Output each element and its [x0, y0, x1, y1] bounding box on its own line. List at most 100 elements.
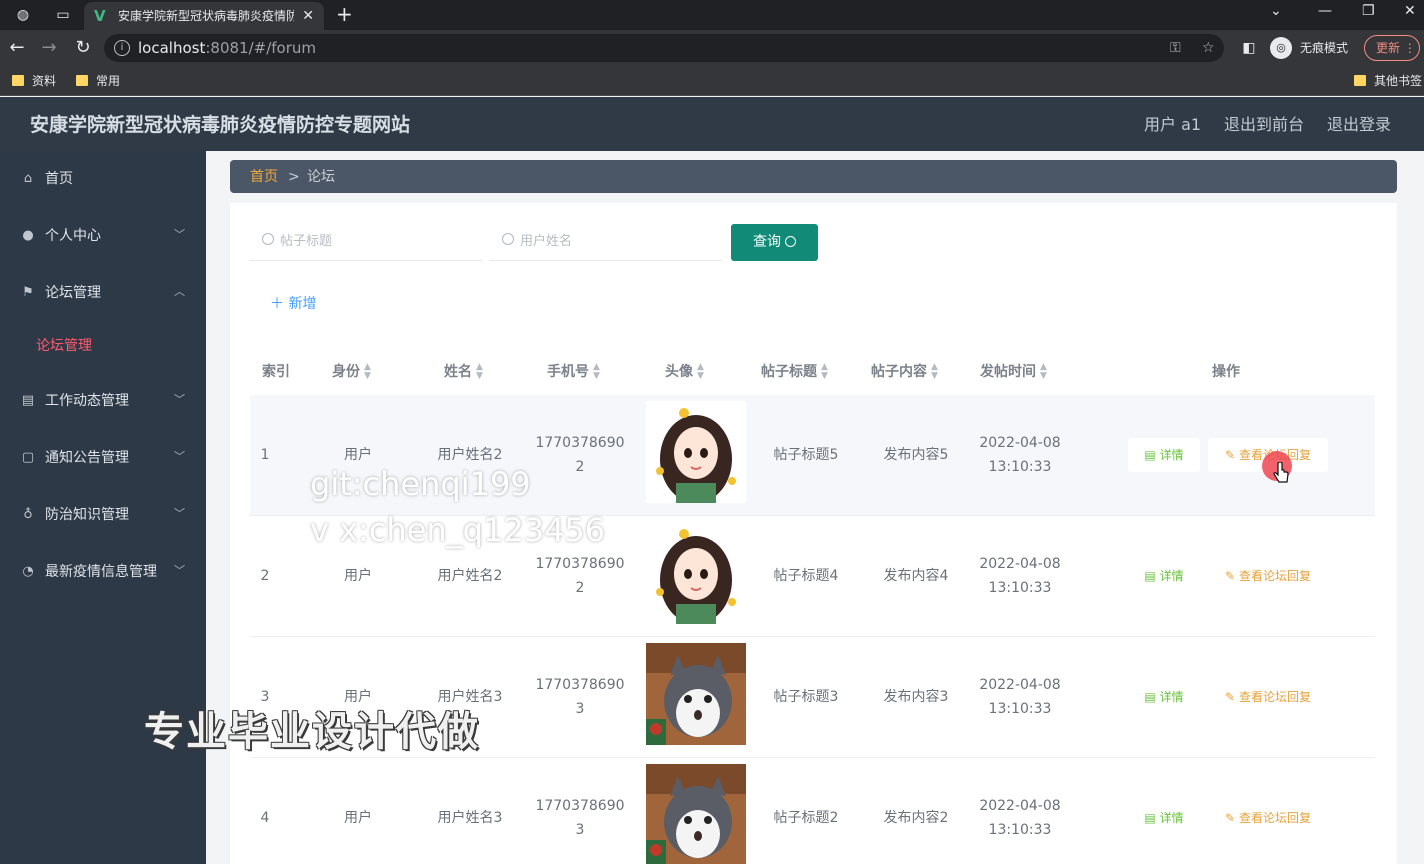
- sidebar-item-knowledge[interactable]: ♁ 防治知识管理 ﹀: [0, 495, 206, 535]
- column-header-post-content[interactable]: 帖子内容 ▲ ▼: [871, 360, 938, 384]
- girl-avatar: [646, 401, 746, 503]
- detail-button[interactable]: ▤ 详情: [1128, 680, 1200, 714]
- sort-icon[interactable]: ▲ ▼: [476, 363, 483, 381]
- name-search-input[interactable]: [520, 230, 710, 252]
- detail-button[interactable]: ▤ 详情: [1128, 559, 1200, 593]
- logout-link[interactable]: 退出登录: [1327, 114, 1391, 136]
- query-button[interactable]: 查询: [731, 224, 818, 261]
- edit-icon: ✎: [1225, 448, 1236, 462]
- edit-icon: ✎: [1225, 811, 1236, 825]
- sidebar-subitem-forum[interactable]: 论坛管理: [0, 326, 206, 366]
- exit-to-front-link[interactable]: 退出到前台: [1224, 114, 1304, 136]
- watermark-banner: 专业毕业设计代做: [144, 709, 480, 755]
- key-icon[interactable]: ⚿: [1170, 39, 1181, 57]
- sidebar-item-epidemic[interactable]: ◔ 最新疫情信息管理 ﹀: [0, 552, 206, 592]
- update-button[interactable]: 更新 ⋮: [1364, 35, 1420, 61]
- sort-icon[interactable]: ▲ ▼: [821, 363, 828, 381]
- column-header-post-time[interactable]: 发帖时间 ▲ ▼: [980, 360, 1047, 384]
- sidebar-item-forum[interactable]: ⚑ 论坛管理 ︿: [0, 273, 206, 313]
- view-reply-button[interactable]: ✎ 查看论坛回复: [1208, 680, 1328, 714]
- view-reply-button[interactable]: ✎ 查看论坛回复: [1208, 559, 1328, 593]
- new-tab-icon[interactable]: +: [336, 3, 353, 25]
- column-header-phone[interactable]: 手机号 ▲ ▼: [547, 360, 600, 384]
- column-header-avatar[interactable]: 头像 ▲ ▼: [665, 360, 704, 384]
- sidebar-item-home[interactable]: ⌂ 首页: [0, 159, 206, 199]
- sort-icon[interactable]: ▲ ▼: [931, 363, 938, 381]
- sort-icon[interactable]: ▲ ▼: [593, 363, 600, 381]
- reload-icon[interactable]: ↻: [72, 37, 94, 59]
- sort-icon[interactable]: ▲ ▼: [697, 363, 704, 381]
- close-icon[interactable]: ✕: [302, 7, 314, 25]
- sort-icon[interactable]: ▲ ▼: [1040, 363, 1047, 381]
- bookmark-folder[interactable]: 常用: [76, 73, 120, 89]
- tab-search-icon[interactable]: ▭: [54, 6, 72, 24]
- folder-icon: [76, 75, 88, 86]
- browser-tabbar: ◍ ▭ V 安康学院新型冠状病毒肺炎疫情防 ✕ + ⌄ — ❐ ✕: [0, 0, 1424, 30]
- name-search-field: [490, 223, 722, 261]
- plus-icon: ＋: [270, 296, 284, 312]
- cell-phone: 1770378690 2: [535, 435, 625, 475]
- girl-avatar: [646, 522, 746, 624]
- home-icon: ⌂: [23, 171, 33, 186]
- title-search-field: [250, 223, 482, 261]
- chevron-down-icon[interactable]: ⌄: [1270, 2, 1282, 20]
- chevron-down-icon: ﹀: [174, 393, 185, 406]
- add-button[interactable]: ＋ 新增: [270, 294, 316, 314]
- chevron-down-icon: ﹀: [174, 450, 185, 463]
- sidebar-item-profile[interactable]: ● 个人中心 ﹀: [0, 216, 206, 256]
- document-icon: ▤: [1144, 690, 1156, 704]
- incognito-icon[interactable]: ◎: [1270, 37, 1292, 59]
- breadcrumb-separator: >: [288, 169, 300, 185]
- cell-role: 用户: [344, 810, 372, 826]
- detail-button[interactable]: ▤ 详情: [1128, 438, 1200, 472]
- incognito-label: 无痕模式: [1300, 41, 1349, 55]
- address-bar[interactable]: i localhost:8081/#/forum ⚿ ☆: [104, 34, 1224, 62]
- watermark-git: git:chenqi199: [310, 465, 531, 503]
- window-close-icon[interactable]: ✕: [1404, 2, 1416, 20]
- globe-icon[interactable]: ◍: [14, 6, 32, 24]
- detail-button[interactable]: ▤ 详情: [1128, 801, 1200, 835]
- document-icon: ▤: [1144, 569, 1156, 583]
- info-icon[interactable]: i: [114, 40, 130, 56]
- back-icon[interactable]: ←: [6, 37, 28, 59]
- chevron-down-icon: ﹀: [174, 507, 185, 520]
- url-text[interactable]: localhost:8081/#/forum: [138, 39, 316, 57]
- cell-index: 1: [260, 447, 270, 463]
- bookmark-folder[interactable]: 资料: [12, 73, 56, 89]
- sidebar-item-work-news[interactable]: ▤ 工作动态管理 ﹀: [0, 381, 206, 421]
- bookmarks-bar: 资料 常用 其他书签: [0, 66, 1424, 96]
- title-search-input[interactable]: [280, 230, 470, 252]
- document-icon: ▤: [1144, 448, 1156, 462]
- cell-name: 用户姓名2: [437, 568, 503, 584]
- sidepanel-icon[interactable]: ◧: [1238, 37, 1260, 59]
- folder-icon: [12, 75, 24, 86]
- cat-avatar: [646, 643, 746, 745]
- news-icon: ▤: [21, 393, 35, 408]
- breadcrumb-home[interactable]: 首页: [250, 168, 278, 186]
- forward-icon[interactable]: →: [38, 37, 60, 59]
- minimize-icon[interactable]: —: [1318, 2, 1332, 20]
- view-reply-button[interactable]: ✎ 查看论坛回复: [1208, 801, 1328, 835]
- edit-icon: ✎: [1225, 569, 1236, 583]
- column-header-name[interactable]: 姓名 ▲ ▼: [444, 360, 483, 384]
- folder-icon: [1354, 75, 1366, 86]
- other-bookmarks[interactable]: 其他书签: [1354, 73, 1422, 89]
- column-header-post-title[interactable]: 帖子标题 ▲ ▼: [761, 360, 828, 384]
- column-header-role[interactable]: 身份 ▲ ▼: [332, 360, 371, 384]
- cell-phone: 1770378690 2: [535, 556, 625, 596]
- browser-tab[interactable]: V 安康学院新型冠状病毒肺炎疫情防 ✕: [84, 2, 324, 30]
- cell-role: 用户: [344, 568, 372, 584]
- restore-icon[interactable]: ❐: [1362, 2, 1375, 20]
- hand-cursor-icon: [1273, 462, 1289, 483]
- breadcrumb: 首页 > 论坛: [230, 160, 1397, 193]
- cell-name: 用户姓名3: [437, 810, 503, 826]
- breadcrumb-current: 论坛: [307, 169, 335, 185]
- user-icon: ●: [22, 228, 34, 243]
- document-icon: ▤: [1144, 811, 1156, 825]
- sidebar-item-notice[interactable]: ▢ 通知公告管理 ﹀: [0, 438, 206, 478]
- cat-avatar: [646, 764, 746, 864]
- cell-phone: 1770378690 3: [535, 798, 625, 838]
- star-icon[interactable]: ☆: [1202, 39, 1215, 57]
- compass-icon: ◔: [22, 564, 34, 579]
- sort-icon[interactable]: ▲ ▼: [364, 363, 371, 381]
